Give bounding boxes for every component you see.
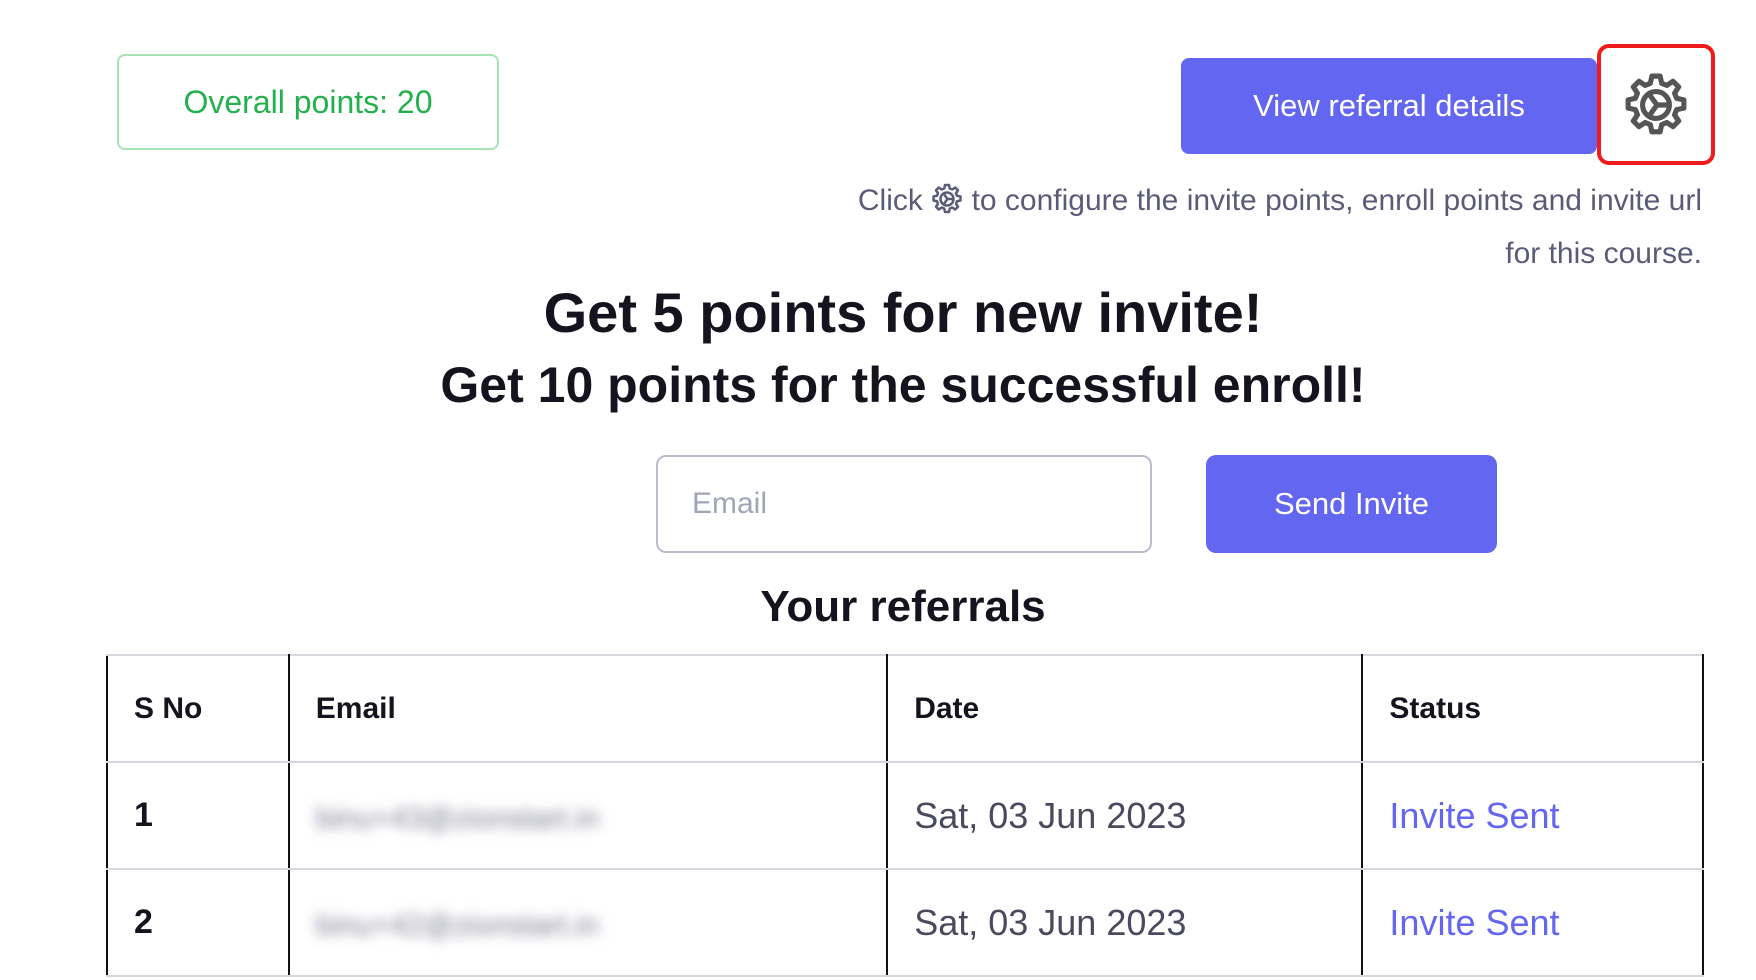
referrals-table: S No Email Date Status 1 binu+43@zionsta… <box>106 654 1704 977</box>
enroll-points-headline: Get 10 points for the successful enroll! <box>440 357 1366 413</box>
overall-points-label: Overall points: 20 <box>183 83 433 120</box>
overall-points-badge: Overall points: 20 <box>117 54 499 150</box>
cell-email: binu+43@zionstart.in <box>287 761 889 870</box>
send-invite-label: Send Invite <box>1273 486 1430 521</box>
view-referral-details-button[interactable]: View referral details <box>1181 58 1597 154</box>
cell-sno: 2 <box>106 868 290 977</box>
cell-date: Sat, 03 Jun 2023 <box>886 868 1364 977</box>
referral-page: Overall points: 20 View referral details… <box>0 0 1756 980</box>
referrals-title: Your referrals <box>760 582 1046 631</box>
send-invite-button[interactable]: Send Invite <box>1206 455 1497 553</box>
table-row: 2 binu+42@zionstart.in Sat, 03 Jun 2023 … <box>106 868 1704 977</box>
invite-email-input[interactable] <box>656 455 1152 553</box>
hint-prefix: Click <box>857 184 923 217</box>
settings-hint: Click to configure the invite points, en… <box>842 174 1702 280</box>
cell-sno: 1 <box>106 761 290 870</box>
view-referral-details-label: View referral details <box>1253 88 1525 123</box>
table-row: 1 binu+43@zionstart.in Sat, 03 Jun 2023 … <box>106 761 1704 870</box>
cell-status: Invite Sent <box>1361 868 1704 977</box>
cell-email: binu+42@zionstart.in <box>287 868 889 977</box>
blurred-email: binu+43@zionstart.in <box>315 801 599 835</box>
gear-icon <box>1625 73 1687 134</box>
cell-date: Sat, 03 Jun 2023 <box>886 761 1364 870</box>
invite-points-headline: Get 5 points for new invite! <box>543 281 1263 344</box>
column-header-date: Date <box>886 654 1364 763</box>
column-header-status: Status <box>1361 654 1704 763</box>
column-header-sno: S No <box>106 654 290 763</box>
cell-status: Invite Sent <box>1361 761 1704 870</box>
table-header-row: S No Email Date Status <box>106 654 1704 763</box>
column-header-email: Email <box>287 654 889 763</box>
gear-icon <box>932 183 962 214</box>
blurred-email: binu+42@zionstart.in <box>315 908 599 942</box>
settings-button[interactable] <box>1597 44 1715 165</box>
hint-suffix: to configure the invite points, enroll p… <box>971 184 1702 270</box>
